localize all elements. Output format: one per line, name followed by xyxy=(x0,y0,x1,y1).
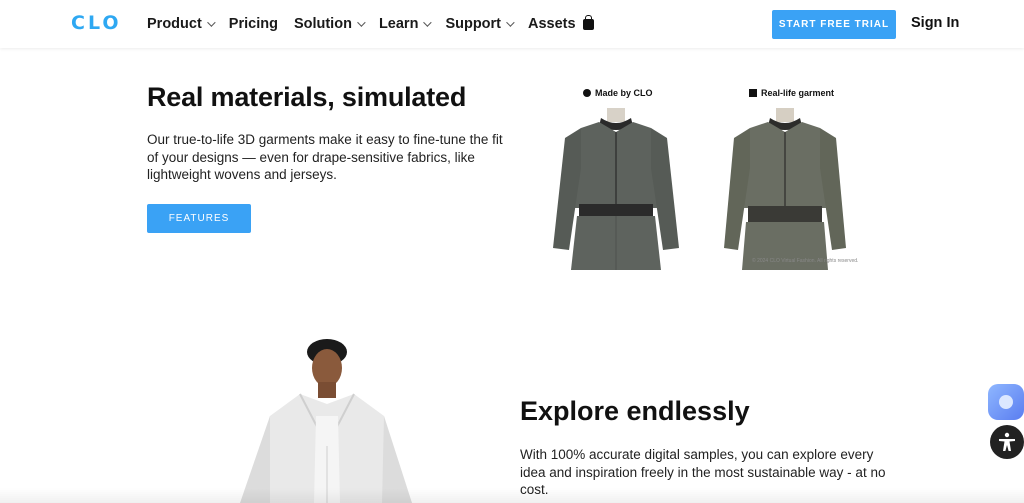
main-nav: Product Pricing Solution Learn Support A… xyxy=(147,0,610,48)
section-title-explore: Explore endlessly xyxy=(520,396,750,426)
nav-support[interactable]: Support xyxy=(445,16,515,32)
nav-label: Support xyxy=(445,16,502,32)
site-header: CLO Product Pricing Solution Learn Suppo… xyxy=(0,0,1024,48)
real-life-garment-image xyxy=(722,108,848,270)
nav-label: Learn xyxy=(378,16,419,32)
section-title-real-materials: Real materials, simulated xyxy=(147,82,467,112)
shopping-bag-icon xyxy=(582,14,594,30)
clo-logo[interactable]: CLO xyxy=(71,12,122,34)
sign-in-link[interactable]: Sign In xyxy=(911,15,959,31)
caption-text: Real-life garment xyxy=(761,88,835,98)
chat-assistant-icon xyxy=(999,395,1013,409)
nav-pricing[interactable]: Pricing xyxy=(229,16,278,32)
chevron-down-icon xyxy=(506,18,515,27)
caption-text: Made by CLO xyxy=(595,88,653,98)
nav-label: Assets xyxy=(528,16,576,32)
image-copyright: © 2024 CLO Virtual Fashion. All rights r… xyxy=(752,258,859,264)
nav-label: Solution xyxy=(293,16,352,32)
accessibility-button[interactable] xyxy=(990,425,1024,459)
chevron-down-icon xyxy=(206,18,216,27)
chevron-down-icon xyxy=(423,18,433,27)
nav-product[interactable]: Product xyxy=(147,16,216,32)
accessibility-icon xyxy=(999,432,1015,451)
clo-logo-icon xyxy=(583,89,591,97)
caption-real-life-garment: Real-life garment xyxy=(749,88,834,98)
nav-learn[interactable]: Learn xyxy=(378,16,433,32)
nav-label: Product xyxy=(147,16,202,32)
chat-assistant-button[interactable] xyxy=(988,384,1024,420)
features-button[interactable]: FEATURES xyxy=(147,204,251,233)
nav-solution[interactable]: Solution xyxy=(293,16,366,32)
bottom-scroll-shadow xyxy=(0,488,1024,503)
logo-text: CLO xyxy=(71,12,122,34)
nav-label: Pricing xyxy=(228,16,278,32)
nav-assets[interactable]: Assets xyxy=(528,14,594,32)
start-free-trial-button[interactable]: START FREE TRIAL xyxy=(772,10,896,39)
3d-avatar-image xyxy=(230,336,420,503)
tshirt-icon xyxy=(749,89,757,97)
section-body-real-materials: Our true-to-life 3D garments make it eas… xyxy=(147,132,503,182)
simulated-garment-image xyxy=(551,108,681,270)
chevron-down-icon xyxy=(357,18,366,27)
caption-made-by-clo: Made by CLO xyxy=(583,88,653,98)
